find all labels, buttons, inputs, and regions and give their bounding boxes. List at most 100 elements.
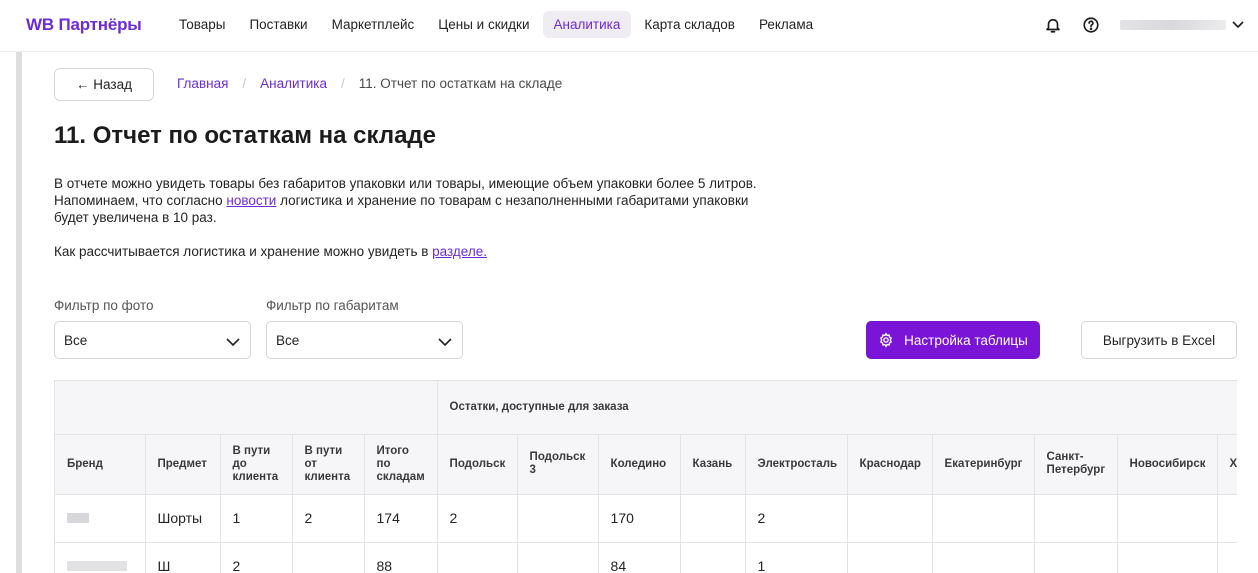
table-group-header-empty — [55, 381, 438, 435]
cell — [847, 542, 933, 573]
breadcrumb: Главная / Аналитика / 11. Отчет по остат… — [177, 76, 562, 91]
col-header-podolsk-3[interactable]: Подольск 3 — [517, 434, 599, 495]
table-group-header: Остатки, доступные для заказа — [437, 381, 1237, 435]
col-header-ekaterinburg[interactable]: Екатеринбург — [932, 434, 1035, 495]
table-settings-button[interactable]: Настройка таблицы — [866, 321, 1040, 359]
bell-icon[interactable] — [1042, 14, 1064, 36]
description-text: логистика и хранение по товарам с незапо… — [276, 193, 749, 208]
cell: 2 — [292, 494, 365, 543]
nav-item-marketplace[interactable]: Маркетплейс — [321, 11, 426, 38]
breadcrumb-current: 11. Отчет по остаткам на складе — [358, 76, 563, 91]
stock-table: Остатки, доступные для заказа Бренд Пред… — [55, 381, 1237, 573]
col-header-elektrostal[interactable]: Электросталь — [745, 434, 848, 495]
cell — [517, 494, 599, 543]
report-description: В отчете можно увидеть товары без габари… — [54, 175, 814, 226]
cell: 2 — [745, 494, 848, 543]
cell: 1 — [220, 494, 293, 543]
cell-brand — [55, 542, 146, 573]
news-link[interactable]: новости — [226, 193, 276, 208]
photo-filter-select[interactable]: Все — [54, 321, 251, 359]
table-settings-label: Настройка таблицы — [904, 332, 1028, 348]
cell — [517, 542, 599, 573]
cell: 2 — [220, 542, 293, 573]
dims-filter-label: Фильтр по габаритам — [266, 298, 399, 313]
dims-filter-value: Все — [276, 333, 300, 348]
cell — [932, 494, 1035, 543]
top-navigation: WB Партнёры Товары Поставки Маркетплейс … — [0, 0, 1258, 52]
cell — [932, 542, 1035, 573]
photo-filter-value: Все — [64, 333, 88, 348]
nav-item-warehouse-map[interactable]: Карта складов — [633, 11, 746, 38]
col-header-brand[interactable]: Бренд — [55, 434, 146, 495]
brand-redacted — [67, 513, 89, 523]
table-row[interactable]: Ш 2 88 84 1 — [55, 542, 1237, 573]
nav-item-supplies[interactable]: Поставки — [238, 11, 318, 38]
cell — [1117, 494, 1218, 543]
col-header-podolsk[interactable]: Подольск — [437, 434, 518, 495]
nav-item-products[interactable]: Товары — [168, 11, 236, 38]
col-header-total[interactable]: Итого по складам — [364, 434, 438, 495]
description-line: В отчете можно увидеть товары без габари… — [54, 176, 757, 191]
cell: Шорты — [145, 494, 221, 543]
col-header-from-client[interactable]: В пути от клиента — [292, 434, 365, 495]
nav-item-prices[interactable]: Цены и скидки — [427, 11, 540, 38]
description-text: Напоминаем, что согласно — [54, 193, 227, 208]
cell — [680, 542, 746, 573]
dims-filter-select[interactable]: Все — [266, 321, 463, 359]
col-header-koledino[interactable]: Коледино — [598, 434, 681, 495]
table-group-header-row: Остатки, доступные для заказа — [55, 381, 1237, 435]
cell — [847, 494, 933, 543]
back-button[interactable]: ← Назад — [54, 68, 154, 101]
col-header-subject[interactable]: Предмет — [145, 434, 221, 495]
chevron-down-icon[interactable] — [1232, 16, 1244, 34]
breadcrumb-home[interactable]: Главная — [177, 76, 228, 91]
cell — [1217, 494, 1237, 543]
cell: 88 — [364, 542, 438, 573]
main-nav: Товары Поставки Маркетплейс Цены и скидк… — [168, 11, 826, 38]
cell — [1034, 542, 1118, 573]
cell: Ш — [145, 542, 221, 573]
cell — [437, 542, 518, 573]
breadcrumb-analytics[interactable]: Аналитика — [260, 76, 327, 91]
chevron-down-icon — [226, 334, 240, 352]
breadcrumb-separator: / — [340, 76, 345, 91]
cell: 174 — [364, 494, 438, 543]
page-title: 11. Отчет по остаткам на складе — [54, 122, 437, 149]
col-header-next[interactable]: Х — [1217, 434, 1237, 495]
stock-table-container[interactable]: Остатки, доступные для заказа Бренд Пред… — [54, 380, 1237, 573]
photo-filter-label: Фильтр по фото — [54, 298, 154, 313]
left-scroll-strip — [16, 52, 22, 573]
nav-item-analytics[interactable]: Аналитика — [542, 11, 632, 38]
help-icon[interactable] — [1080, 14, 1102, 36]
description-text: Как рассчитывается логистика и хранение … — [54, 244, 433, 259]
col-header-novosibirsk[interactable]: Новосибирск — [1117, 434, 1218, 495]
description-line: будет увеличена в 10 раз. — [54, 210, 217, 225]
cell-brand — [55, 494, 146, 543]
table-row[interactable]: Шорты 1 2 174 2 170 2 — [55, 494, 1237, 543]
cell: 1 — [745, 542, 848, 573]
export-excel-button[interactable]: Выгрузить в Excel — [1081, 321, 1237, 359]
col-header-to-client[interactable]: В пути до клиента — [220, 434, 293, 495]
breadcrumb-separator: / — [242, 76, 247, 91]
user-account[interactable] — [1120, 20, 1226, 30]
cell — [1034, 494, 1118, 543]
col-header-kazan[interactable]: Казань — [680, 434, 746, 495]
cell — [1117, 542, 1218, 573]
nav-item-ads[interactable]: Реклама — [748, 11, 824, 38]
calculation-note: Как рассчитывается логистика и хранение … — [54, 244, 487, 259]
gear-icon — [878, 332, 894, 348]
cell — [680, 494, 746, 543]
table-header-row: Бренд Предмет В пути до клиента В пути о… — [55, 434, 1237, 495]
col-header-krasnodar[interactable]: Краснодар — [847, 434, 933, 495]
section-link[interactable]: разделе. — [432, 244, 487, 259]
cell: 2 — [437, 494, 518, 543]
chevron-down-icon — [438, 334, 452, 352]
description-line: Напоминаем, что согласно новости логисти… — [54, 192, 814, 209]
cell: 84 — [598, 542, 681, 573]
cell: 170 — [598, 494, 681, 543]
col-header-spb[interactable]: Санкт- Петербург — [1034, 434, 1118, 495]
cell — [1217, 542, 1237, 573]
cell — [292, 542, 365, 573]
logo[interactable]: WB Партнёры — [26, 15, 142, 35]
brand-redacted — [67, 561, 127, 571]
